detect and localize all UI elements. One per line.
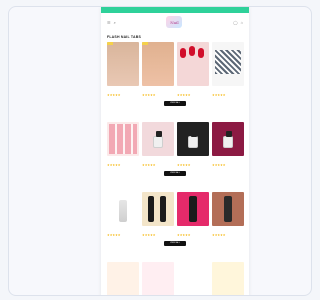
- rating-stars: ★★★★★: [142, 93, 156, 97]
- mobile-page: ☰ ⌕ Nail ◯ ⌂ FLASH NAIL TABS ★★★★★ ★★★★★: [101, 7, 249, 295]
- brush: [148, 196, 154, 222]
- product-row-3: ★★★★★ ★★★★★ ★★★★★ ★★★★★: [101, 192, 249, 237]
- brush: [224, 196, 232, 222]
- bottle: [188, 131, 198, 148]
- product-card[interactable]: ★★★★★: [142, 42, 174, 97]
- brush: [189, 196, 197, 222]
- product-row-2: ★★★★★ ★★★★★ ★★★★★ ★★★★★: [101, 122, 249, 167]
- product-card[interactable]: ★★★★★: [177, 192, 209, 237]
- header-left: ☰ ⌕: [107, 20, 116, 25]
- menu-icon[interactable]: ☰: [107, 20, 111, 25]
- product-card[interactable]: [212, 262, 244, 295]
- product-card[interactable]: [177, 262, 209, 295]
- product-card[interactable]: ★★★★★: [142, 192, 174, 237]
- preview-card: ☰ ⌕ Nail ◯ ⌂ FLASH NAIL TABS ★★★★★ ★★★★★: [8, 6, 312, 296]
- product-card[interactable]: ★★★★★: [177, 42, 209, 97]
- rating-stars: ★★★★★: [107, 163, 121, 167]
- product-image[interactable]: [212, 42, 244, 86]
- rating-stars: ★★★★★: [212, 233, 226, 237]
- product-card[interactable]: ★★★★★: [177, 122, 209, 167]
- product-image[interactable]: [142, 192, 174, 226]
- product-card[interactable]: ★★★★★: [212, 42, 244, 97]
- bottle: [119, 200, 127, 222]
- product-card[interactable]: ★★★★★: [107, 192, 139, 237]
- pattern: [215, 50, 241, 74]
- product-image[interactable]: [212, 122, 244, 156]
- rating-stars: ★★★★★: [212, 93, 226, 97]
- nail-shape: [198, 48, 204, 58]
- section-title: FLASH NAIL TABS: [107, 35, 141, 39]
- logo[interactable]: Nail: [166, 16, 183, 28]
- rating-stars: ★★★★★: [142, 233, 156, 237]
- product-image[interactable]: [107, 42, 139, 86]
- product-card[interactable]: ★★★★★: [107, 42, 139, 97]
- rating-stars: ★★★★★: [142, 163, 156, 167]
- product-image[interactable]: [212, 192, 244, 226]
- product-image[interactable]: [177, 262, 209, 295]
- site-header: ☰ ⌕ Nail ◯ ⌂: [101, 13, 249, 31]
- product-row-4: [101, 262, 249, 295]
- rating-stars: ★★★★★: [212, 163, 226, 167]
- search-icon[interactable]: ⌕: [114, 20, 116, 25]
- bottle: [223, 131, 233, 148]
- cart-icon[interactable]: ⌂: [241, 20, 243, 25]
- product-image[interactable]: [107, 262, 139, 295]
- product-card[interactable]: ★★★★★: [107, 122, 139, 167]
- brush: [160, 196, 166, 222]
- rating-stars: ★★★★★: [107, 233, 121, 237]
- product-card[interactable]: ★★★★★: [212, 192, 244, 237]
- product-image[interactable]: [142, 42, 174, 86]
- product-card[interactable]: ★★★★★: [212, 122, 244, 167]
- product-card[interactable]: [107, 262, 139, 295]
- product-image[interactable]: [142, 122, 174, 156]
- rating-stars: ★★★★★: [177, 233, 191, 237]
- product-image[interactable]: [107, 122, 139, 156]
- product-card[interactable]: [142, 262, 174, 295]
- rating-stars: ★★★★★: [177, 163, 191, 167]
- nail-shape: [189, 46, 195, 56]
- sale-badge: [107, 42, 113, 45]
- account-icon[interactable]: ◯: [233, 20, 237, 25]
- rating-stars: ★★★★★: [107, 93, 121, 97]
- pattern: [109, 124, 137, 154]
- nail-shape: [180, 48, 186, 58]
- product-row-1: ★★★★★ ★★★★★ ★★★★★ ★★★★★: [101, 42, 249, 97]
- product-card[interactable]: ★★★★★: [142, 122, 174, 167]
- bottle: [153, 131, 163, 148]
- sale-badge: [142, 42, 148, 45]
- product-image[interactable]: [177, 122, 209, 156]
- product-image[interactable]: [212, 262, 244, 295]
- product-image[interactable]: [107, 192, 139, 226]
- rating-stars: ★★★★★: [177, 93, 191, 97]
- product-image[interactable]: [177, 192, 209, 226]
- product-image[interactable]: [142, 262, 174, 295]
- product-image[interactable]: [177, 42, 209, 86]
- header-right: ◯ ⌂: [233, 20, 243, 25]
